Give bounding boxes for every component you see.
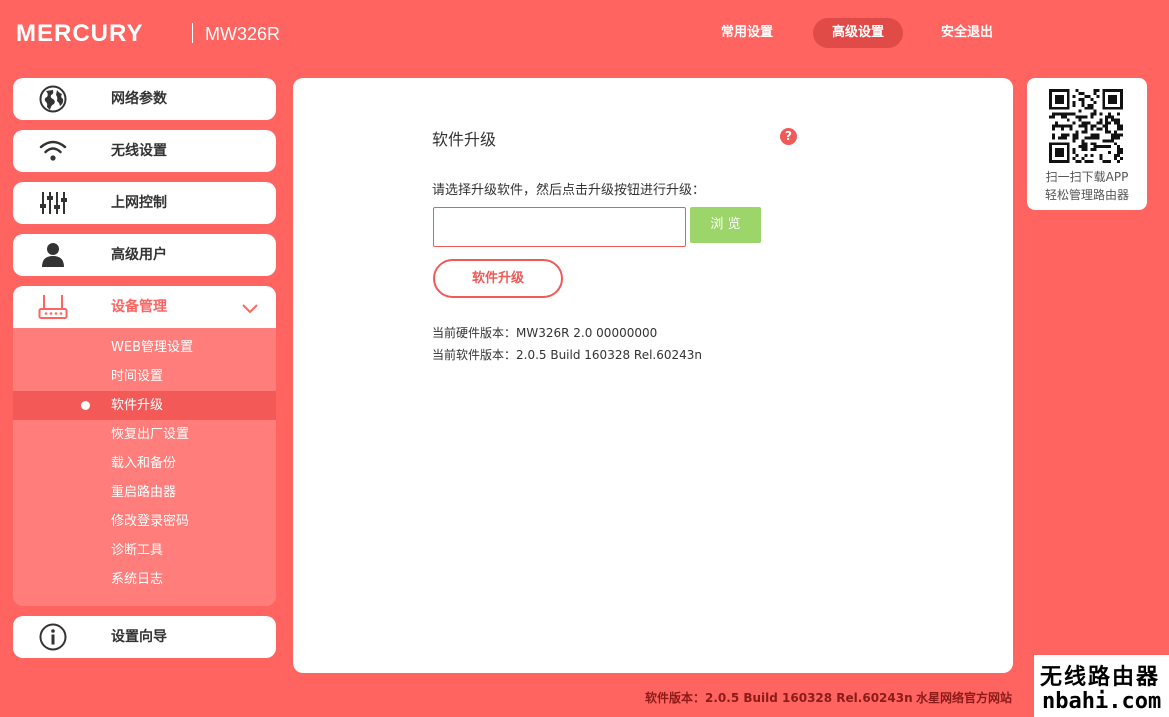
- sidebar-item-access-control[interactable]: 上网控制: [13, 182, 276, 224]
- sidebar-item-advanced-users[interactable]: 高级用户: [13, 234, 276, 276]
- watermark-url: nbahi.com: [1042, 689, 1162, 714]
- browse-button[interactable]: 浏 览: [690, 207, 761, 243]
- submenu-label: 软件升级: [111, 398, 164, 413]
- wifi-icon: [38, 137, 68, 165]
- sidebar-item-wireless[interactable]: 无线设置: [13, 130, 276, 172]
- nav-advanced-settings[interactable]: 高级设置: [813, 18, 903, 48]
- sidebar-item-label: 无线设置: [111, 143, 167, 159]
- page-title: 软件升级: [432, 130, 497, 149]
- submenu-diagnostics[interactable]: 诊断工具: [13, 536, 276, 565]
- chevron-down-icon[interactable]: [242, 300, 258, 314]
- sidebar-item-label: 设置向导: [111, 629, 167, 645]
- hardware-version: 当前硬件版本：MW326R 2.0 00000000: [432, 326, 658, 340]
- submenu-software-upgrade[interactable]: 软件升级: [13, 391, 276, 420]
- sidebar-item-label: 高级用户: [111, 247, 167, 263]
- submenu-backup-restore[interactable]: 载入和备份: [13, 449, 276, 478]
- official-site-link[interactable]: 水星网络官方网站: [916, 689, 1012, 706]
- nav-common-settings[interactable]: 常用设置: [702, 18, 792, 48]
- upgrade-instruction: 请选择升级软件，然后点击升级按钮进行升级：: [432, 183, 706, 198]
- router-icon: [38, 293, 68, 321]
- sidebar-item-device-management[interactable]: 设备管理: [13, 286, 276, 328]
- main-panel: 软件升级 ? 请选择升级软件，然后点击升级按钮进行升级： 浏 览 软件升级 当前…: [293, 78, 1013, 673]
- info-icon: [38, 623, 68, 651]
- app-qr-card: 扫一扫下载APP 轻松管理路由器: [1027, 78, 1147, 210]
- watermark-title: 无线路由器: [1040, 664, 1161, 690]
- firmware-file-input[interactable]: [433, 207, 686, 247]
- submenu-system-log[interactable]: 系统日志: [13, 565, 276, 594]
- site-watermark: 无线路由器 nbahi.com: [1034, 655, 1169, 717]
- sidebar-item-label: 网络参数: [111, 91, 167, 107]
- footer-software-version: 软件版本：2.0.5 Build 160328 Rel.60243n: [645, 691, 913, 705]
- top-nav: 常用设置 高级设置 安全退出: [0, 18, 1169, 48]
- qr-caption-2: 轻松管理路由器: [1044, 188, 1129, 202]
- user-icon: [38, 241, 68, 269]
- globe-icon: [38, 85, 68, 113]
- submenu-factory-reset[interactable]: 恢复出厂设置: [13, 420, 276, 449]
- submenu-time-settings[interactable]: 时间设置: [13, 362, 276, 391]
- qr-code-icon: [1049, 89, 1123, 163]
- help-icon[interactable]: ?: [780, 128, 797, 145]
- sidebar-item-network[interactable]: 网络参数: [13, 78, 276, 120]
- device-management-submenu: WEB管理设置 时间设置 软件升级 恢复出厂设置 载入和备份 重启路由器 修改登…: [13, 328, 276, 606]
- sidebar-item-label: 上网控制: [111, 195, 167, 211]
- software-version: 当前软件版本：2.0.5 Build 160328 Rel.60243n: [432, 348, 703, 362]
- submenu-reboot[interactable]: 重启路由器: [13, 478, 276, 507]
- sidebar-item-label: 设备管理: [111, 299, 167, 315]
- submenu-change-password[interactable]: 修改登录密码: [13, 507, 276, 536]
- submenu-web-management[interactable]: WEB管理设置: [13, 333, 276, 362]
- qr-caption-1: 扫一扫下载APP: [1045, 170, 1129, 184]
- sliders-icon: [38, 189, 68, 217]
- upgrade-button[interactable]: 软件升级: [433, 259, 563, 298]
- nav-logout[interactable]: 安全退出: [922, 18, 1012, 48]
- sidebar-item-setup-wizard[interactable]: 设置向导: [13, 616, 276, 658]
- current-indicator-dot: [81, 401, 90, 410]
